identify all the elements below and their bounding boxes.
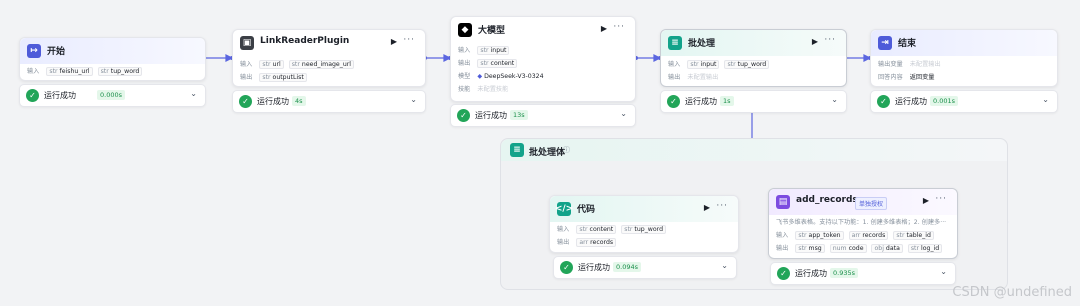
input-row: 输入 str app_token arr records str table_id — [776, 230, 937, 240]
node-title: 结束 — [898, 39, 917, 49]
check-circle-icon: ✓ — [777, 267, 790, 280]
time-badge: 4s — [292, 96, 306, 106]
ellipsis-icon[interactable]: ··· — [403, 35, 415, 45]
time-badge: 0.001s — [930, 96, 958, 106]
ellipsis-icon[interactable]: ··· — [824, 35, 836, 45]
skill-row: 技能 未配置技能 — [458, 86, 509, 93]
output-row: 输出 str outputList — [240, 72, 310, 82]
play-icon[interactable]: ▶ — [601, 24, 607, 33]
add-records-node[interactable]: ▤ add_records 单独授权 ▶ ··· 飞书多维表格。支持以下功能：1… — [768, 188, 958, 259]
batch-node[interactable]: ≡ 批处理 ▶ ··· 输入 str input str tup_word 输出 未… — [660, 29, 847, 87]
output-row: 输出 arr records — [557, 237, 619, 247]
watermark: CSDN @undefined — [952, 285, 1072, 300]
group-title: 批处理体 — [529, 148, 566, 158]
status-bar[interactable]: ✓ 运行成功 0.000s ⌄ — [19, 84, 206, 107]
status-bar[interactable]: ✓ 运行成功 1s ⌄ — [660, 90, 847, 113]
play-icon[interactable]: ▶ — [704, 203, 710, 212]
check-circle-icon: ✓ — [239, 95, 252, 108]
chevron-down-icon[interactable]: ⌄ — [190, 89, 197, 98]
login-icon: ↦ — [27, 44, 41, 58]
output-row: 输出 str msg num code obj data str log_id — [776, 243, 945, 253]
time-badge: 0.000s — [97, 90, 125, 100]
check-circle-icon: ✓ — [26, 89, 39, 102]
chevron-down-icon[interactable]: ⌄ — [1042, 95, 1049, 104]
deepseek-icon: ◆ — [477, 73, 483, 80]
status-bar[interactable]: ✓ 运行成功 13s ⌄ — [450, 104, 636, 127]
output-row: 输出 str content — [458, 58, 520, 68]
time-badge: 13s — [510, 110, 528, 120]
input-row: 输入 str url str need_image_url — [240, 59, 357, 69]
batch-icon: ≡ — [668, 36, 682, 50]
time-badge: 0.935s — [830, 268, 858, 278]
chevron-down-icon[interactable]: ⌄ — [940, 267, 947, 276]
code-icon: </> — [554, 202, 574, 216]
answer-row: 回答内容 返回变量 — [878, 74, 935, 81]
node-title: 开始 — [47, 47, 66, 57]
chevron-down-icon[interactable]: ⌄ — [831, 95, 838, 104]
time-badge: 1s — [720, 96, 734, 106]
input-row: 输入 str input str tup_word — [668, 59, 772, 69]
info-icon[interactable]: ⓘ — [563, 145, 570, 155]
play-icon[interactable]: ▶ — [812, 37, 818, 46]
bitable-icon: ▤ — [776, 195, 790, 209]
model-icon: ◆ — [458, 23, 472, 37]
output-row: 输出 未配置输出 — [668, 74, 719, 81]
code-node[interactable]: </> 代码 ▶ ··· 输入 str content str tup_word 输… — [549, 195, 739, 253]
check-circle-icon: ✓ — [667, 95, 680, 108]
status-bar[interactable]: ✓ 运行成功 0.935s ⌄ — [770, 262, 956, 285]
status-bar[interactable]: ✓ 运行成功 4s ⌄ — [232, 90, 426, 113]
chevron-down-icon[interactable]: ⌄ — [410, 95, 417, 104]
node-title: 批处理 — [688, 39, 716, 49]
llm-node[interactable]: ◆ 大模型 ▶ ··· 输入 str input 输出 str content 模型… — [450, 16, 636, 102]
ellipsis-icon[interactable]: ··· — [935, 194, 947, 204]
ellipsis-icon[interactable]: ··· — [613, 22, 625, 32]
node-title: 代码 — [577, 205, 596, 215]
input-row: 输入 str feishu_url str tup_word — [27, 66, 145, 76]
node-description: 飞书多维表格。支持以下功能：1. 创建多维表格；2. 创建多··· — [776, 219, 947, 226]
status-bar[interactable]: ✓ 运行成功 0.094s ⌄ — [553, 256, 737, 279]
ellipsis-icon[interactable]: ··· — [716, 201, 728, 211]
batch-icon: ≡ — [510, 143, 524, 157]
node-title: add_records — [796, 195, 858, 205]
input-row: 输入 str input — [458, 45, 512, 55]
check-circle-icon: ✓ — [560, 261, 573, 274]
auth-badge[interactable]: 单独授权 — [855, 197, 888, 210]
chevron-down-icon[interactable]: ⌄ — [620, 109, 627, 118]
model-row: 模型 ◆ DeepSeek-V3-0324 — [458, 73, 544, 80]
link-reader-node[interactable]: ▣ LinkReaderPlugin ▶ ··· 输入 str url str ne… — [232, 29, 426, 87]
chevron-down-icon[interactable]: ⌄ — [721, 261, 728, 270]
node-title: 大模型 — [478, 26, 506, 36]
play-icon[interactable]: ▶ — [923, 196, 929, 205]
workflow-canvas[interactable]: ↦ 开始 输入 str feishu_url str tup_word ✓ 运行成功… — [0, 0, 1080, 306]
start-node[interactable]: ↦ 开始 输入 str feishu_url str tup_word — [19, 37, 206, 81]
check-circle-icon: ✓ — [457, 109, 470, 122]
input-row: 输入 str content str tup_word — [557, 224, 669, 234]
plugin-image-icon: ▣ — [240, 36, 254, 50]
status-bar[interactable]: ✓ 运行成功 0.001s ⌄ — [870, 90, 1058, 113]
node-title: LinkReaderPlugin — [260, 36, 350, 46]
play-icon[interactable]: ▶ — [391, 37, 397, 46]
time-badge: 0.094s — [613, 262, 641, 272]
exit-icon: ⇥ — [878, 36, 892, 50]
end-node[interactable]: ⇥ 结束 输出变量 未配置输出 回答内容 返回变量 — [870, 29, 1058, 87]
check-circle-icon: ✓ — [877, 95, 890, 108]
output-row: 输出变量 未配置输出 — [878, 61, 941, 68]
